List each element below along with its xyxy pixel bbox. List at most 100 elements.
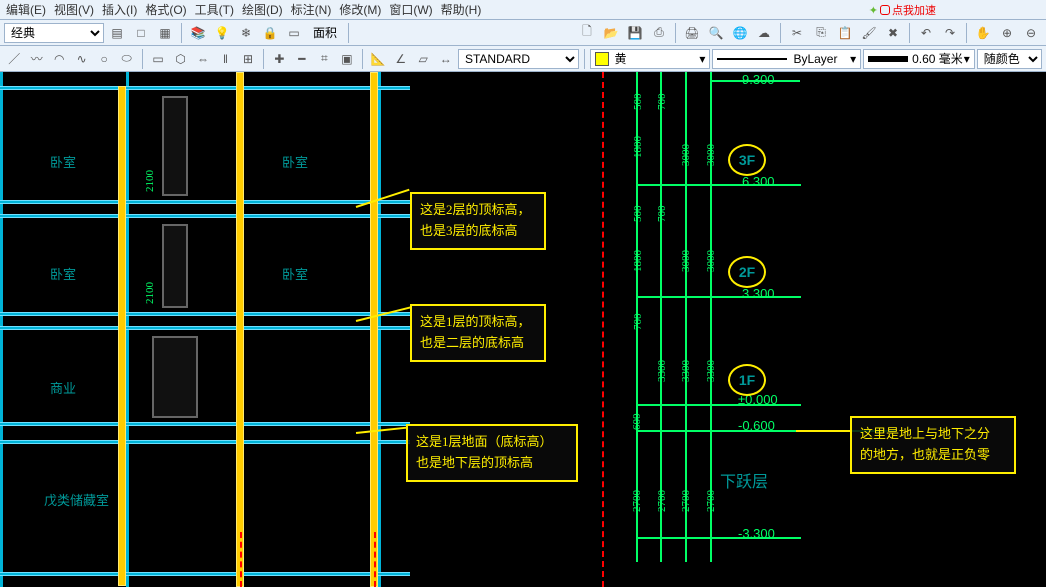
menu-tools[interactable]: 工具(T) — [195, 1, 234, 18]
callout-leader — [796, 430, 850, 432]
floor-circle-2f: 2F — [728, 256, 766, 288]
axis-red — [602, 72, 604, 587]
paste-icon[interactable]: 📋 — [834, 22, 856, 44]
menu-format[interactable]: 格式(O) — [145, 1, 186, 18]
color-swatch-icon — [595, 52, 609, 66]
dim: 3300 — [705, 360, 717, 382]
plus-icon[interactable]: ✚ — [269, 48, 289, 70]
new-icon[interactable]: 🗋 — [576, 22, 598, 44]
array-icon[interactable]: ⊞ — [238, 48, 258, 70]
menu-modify[interactable]: 修改(M) — [339, 1, 381, 18]
zoom-out-icon[interactable]: ⊖ — [1020, 22, 1042, 44]
dim: 2700 — [631, 490, 643, 512]
callout-ground: 这是1层地面（底标高）也是地下层的顶标高 — [406, 424, 578, 482]
axis-red — [374, 532, 376, 587]
publish-icon[interactable]: 🌐 — [729, 22, 751, 44]
dim: 2700 — [680, 490, 692, 512]
arc-icon[interactable]: ◠ — [49, 48, 69, 70]
line-tool-icon[interactable]: ／ — [4, 48, 24, 70]
menu-help[interactable]: 帮助(H) — [441, 1, 482, 18]
circle-icon[interactable]: ○ — [94, 48, 114, 70]
door — [152, 336, 198, 418]
menu-draw[interactable]: 绘图(D) — [242, 1, 283, 18]
menu-dim[interactable]: 标注(N) — [291, 1, 332, 18]
dim: 2700 — [656, 490, 668, 512]
callout-leader — [356, 427, 408, 434]
room-label: 戊类储藏室 — [44, 490, 109, 509]
bulb-icon[interactable]: 💡 — [211, 22, 233, 44]
plotcolor-combo[interactable]: 随颜色 — [977, 49, 1042, 69]
slab — [0, 214, 410, 218]
callout-floor1-top: 这是1层的顶标高，也是二层的底标高 — [410, 304, 546, 362]
dim: 500 — [632, 94, 644, 111]
drawing-canvas[interactable]: 卧室 卧室 卧室 卧室 商业 戊类储藏室 2100 2100 9.300 6.3… — [0, 72, 1046, 587]
ellipse-icon[interactable]: ⬭ — [116, 48, 136, 70]
slab — [0, 326, 410, 330]
redo-icon[interactable]: ↷ — [939, 22, 961, 44]
cut-icon[interactable]: ✂ — [786, 22, 808, 44]
region-icon[interactable]: ▣ — [337, 48, 357, 70]
save-icon[interactable]: 💾 — [624, 22, 646, 44]
room-label: 卧室 — [282, 152, 308, 171]
dim: 3300 — [680, 360, 692, 382]
pan-icon[interactable]: ✋ — [972, 22, 994, 44]
plot-icon[interactable]: 🖨 — [681, 22, 703, 44]
dim: 2700 — [705, 490, 717, 512]
callout-leader — [356, 189, 410, 208]
erase-icon[interactable]: ✖ — [882, 22, 904, 44]
textstyle-combo[interactable]: STANDARD — [458, 49, 579, 69]
pillar — [236, 72, 244, 587]
style-combo[interactable]: 经典 — [4, 23, 104, 43]
spline-icon[interactable]: ∿ — [71, 48, 91, 70]
dim: 500 — [632, 206, 644, 223]
layers-icon[interactable]: 📚 — [187, 22, 209, 44]
wall-btn[interactable]: □ — [130, 22, 152, 44]
zoom-in-icon[interactable]: ⊕ — [996, 22, 1018, 44]
preview-icon[interactable]: 🔍 — [705, 22, 727, 44]
open-icon[interactable]: 📂 — [600, 22, 622, 44]
offset-icon[interactable]: ‖ — [215, 48, 235, 70]
copy-icon[interactable]: ⎘ — [810, 22, 832, 44]
layer-btn[interactable]: ▤ — [106, 22, 128, 44]
mirror-h-icon[interactable]: ⇔ — [193, 48, 213, 70]
elev-label: 3.300 — [742, 286, 775, 301]
callout-floor2-top: 这是2层的顶标高，也是3层的底标高 — [410, 192, 546, 250]
slab — [0, 440, 410, 444]
floor-circle-3f: 3F — [728, 144, 766, 176]
dim: 3000 — [680, 144, 692, 166]
lock-icon[interactable]: 🔒 — [259, 22, 281, 44]
polygon-icon[interactable]: ⬡ — [170, 48, 190, 70]
saveall-icon[interactable]: ⎙ — [648, 22, 670, 44]
cloud-icon[interactable]: ☁ — [753, 22, 775, 44]
angle-icon[interactable]: ∠ — [391, 48, 411, 70]
room-label: 卧室 — [282, 264, 308, 283]
menu-insert[interactable]: 插入(I) — [102, 1, 137, 18]
freeze-icon[interactable]: ❄ — [235, 22, 257, 44]
undo-icon[interactable]: ↶ — [915, 22, 937, 44]
snap-icon[interactable]: ⌗ — [314, 48, 334, 70]
linetype-combo[interactable]: ByLayer▾ — [712, 49, 861, 69]
slab — [0, 312, 410, 316]
menu-window[interactable]: 窗口(W) — [389, 1, 432, 18]
axis-h — [636, 537, 801, 539]
match-icon[interactable]: 🖌 — [858, 22, 880, 44]
elev-label: 6.300 — [742, 174, 775, 189]
color-combo[interactable]: 黄▾ — [590, 49, 711, 69]
room-label: 卧室 — [50, 152, 76, 171]
door — [162, 96, 188, 196]
dim: 700 — [656, 94, 668, 111]
door-height: 2100 — [144, 282, 156, 304]
minus-icon[interactable]: ━ — [292, 48, 312, 70]
area-icon[interactable]: ▱ — [413, 48, 433, 70]
menu-view[interactable]: 视图(V) — [54, 1, 94, 18]
layer2-icon[interactable]: ▭ — [283, 22, 305, 44]
menu-edit[interactable]: 编辑(E) — [6, 1, 46, 18]
dim: 700 — [656, 206, 668, 223]
hatch-btn[interactable]: ▦ — [154, 22, 176, 44]
lineweight-combo[interactable]: 0.60 毫米▾ — [863, 49, 975, 69]
polyline-icon[interactable]: 〰 — [26, 48, 46, 70]
accelerate-tip[interactable]: ✦点我加速 — [869, 2, 936, 18]
length-icon[interactable]: ↔ — [435, 48, 455, 70]
rect-icon[interactable]: ▭ — [148, 48, 168, 70]
measure-icon[interactable]: 📐 — [368, 48, 388, 70]
